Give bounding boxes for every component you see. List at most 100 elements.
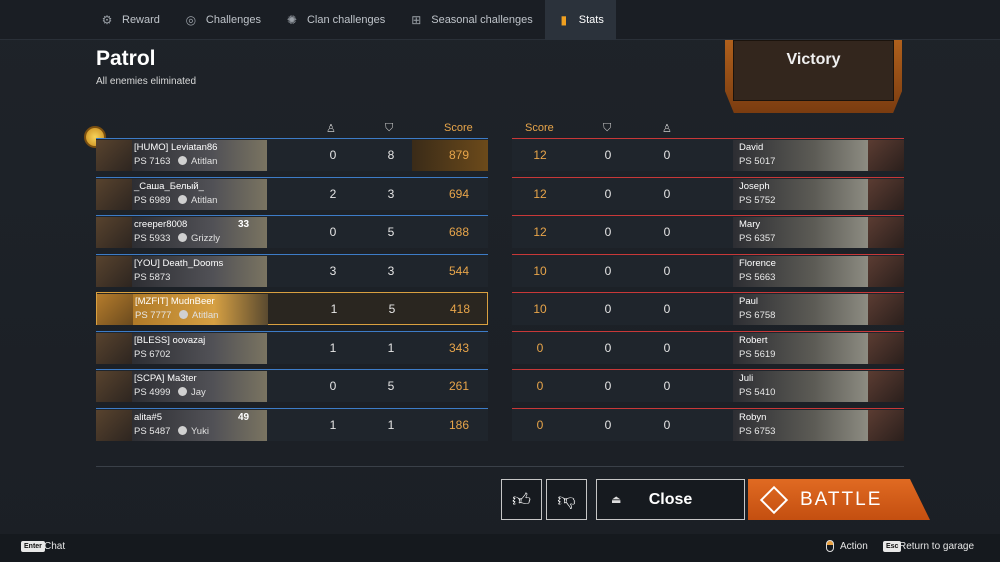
score-value: 10 [533,302,547,316]
player-name: David [739,142,764,153]
footer-bar: Enter Chat Action Esc Return to garage [0,534,1000,562]
kills-value: 1 [330,302,338,316]
player-name: [HUMO] Leviatan86 [134,142,218,153]
assists-value: 0 [604,417,612,432]
assists-header-icon: ⛉ [385,122,394,134]
clan-icon [178,194,187,204]
player-name: [SCPA] Ma3ter [134,373,197,384]
ally-player-row[interactable]: [SCPA] Ma3ter PS 4999 Jay 0 5 261 [96,369,488,402]
ally-player-row[interactable]: _Саша_Белый_ PS 6989 Atitlan 2 3 694 [96,176,488,210]
enemy-player-row[interactable]: Paul PS 6758 10 0 0 [512,292,904,325]
tab-clan-challenges[interactable]: ✺ Clan challenges [273,0,397,40]
assists-value: 3 [387,263,395,278]
thumbs-up-icon: 👍︎ [512,489,531,510]
player-avatar [868,332,904,364]
player-name: Mary [739,219,761,230]
clan-icon [178,233,187,242]
reward-icon: ⚙ [101,13,113,27]
assists-value: 0 [604,340,612,355]
clan-icon [178,425,187,435]
assists-value: 0 [604,302,612,316]
clan-name: Atitlan [192,310,219,321]
enemy-player-row[interactable]: Florence PS 5663 10 0 0 [512,253,904,287]
battle-button[interactable]: BATTLE [748,479,930,520]
kills-value: 3 [329,263,337,278]
kills-value: 0 [329,148,337,162]
chat-hint[interactable]: Chat [44,541,65,552]
player-name: creeper8008 [134,219,188,230]
ally-player-row[interactable]: [BLESS] oovazaj PS 6702 1 1 343 [96,330,488,364]
player-avatar [96,140,132,171]
assists-value: 0 [604,186,612,201]
ally-player-row[interactable]: [YOU] Death_Dooms PS 5873 3 3 544 [96,253,488,287]
kills-value: 2 [329,186,337,201]
clan-tag: Atitlan [179,310,218,321]
assists-header-icon: ⛉ [603,122,612,134]
power-score: PS 5873 [134,271,171,283]
clan-tag: Jay [178,387,206,398]
clan-challenges-icon: ✺ [286,13,297,27]
kills-value: 0 [663,148,671,162]
result-text: All enemies eliminated [96,76,197,87]
player-name: Paul [739,296,759,307]
player-name: [YOU] Death_Dooms [134,257,224,269]
score-value: 12 [533,186,547,201]
kills-value: 1 [329,417,337,432]
tab-label: Challenges [205,14,261,26]
thumbs-up-button[interactable]: 👍︎ [501,479,542,520]
tab-label: Stats [578,14,604,26]
mouse-icon [826,540,834,552]
tab-reward[interactable]: ⚙ Reward [0,0,172,40]
assists-value: 5 [387,225,395,239]
score-header: Score [444,122,473,134]
return-to-garage-hint[interactable]: Return to garage [899,541,974,552]
power-score: PS 5410 [739,387,776,398]
thumbs-down-icon: 👎︎ [557,489,576,510]
close-button[interactable]: ⏏ Close [596,479,745,520]
kills-header-icon: ♙ [662,123,672,135]
tab-stats[interactable]: ▮ Stats [544,0,616,40]
clan-name: Grizzly [191,233,221,244]
enemy-player-row[interactable]: Juli PS 5410 0 0 0 [512,369,904,402]
enemy-player-row[interactable]: David PS 5017 12 0 0 [512,138,904,171]
power-score: PS 5752 [739,194,776,206]
ally-player-row[interactable]: [HUMO] Leviatan86 PS 7163 Atitlan 0 8 879 [96,138,488,171]
player-name: Joseph [739,180,770,192]
score-value: 10 [533,263,547,278]
kills-value: 1 [329,340,337,355]
enemy-player-row[interactable]: Joseph PS 5752 12 0 0 [512,176,904,210]
tab-seasonal-challenges[interactable]: ⊞ Seasonal challenges [397,0,545,40]
player-name: [BLESS] oovazaj [134,334,206,346]
enemy-player-row[interactable]: Robyn PS 6753 0 0 0 [512,407,904,441]
player-avatar [96,217,132,248]
mode-title: Patrol [96,47,156,70]
kills-value: 0 [663,417,671,432]
player-name: Florence [739,257,776,269]
ally-player-row[interactable]: alita#5 PS 5487 Yuki 49 1 1 186 [96,407,488,441]
enemy-player-row[interactable]: Robert PS 5619 0 0 0 [512,330,904,364]
enemy-player-row[interactable]: Mary PS 6357 12 0 0 [512,215,904,248]
tab-challenges[interactable]: ◎ Challenges [172,0,273,40]
stats-icon: ▮ [560,13,568,27]
kills-header-icon: ♙ [326,123,336,135]
player-avatar [868,178,904,210]
player-avatar [868,255,904,287]
ally-player-row[interactable]: [MZFIT] MudnBeer PS 7777 Atitlan 1 5 418 [96,292,488,325]
assists-value: 8 [387,148,395,162]
clan-name: Jay [191,387,206,398]
assists-value: 0 [604,148,612,162]
kills-value: 0 [663,302,671,316]
thumbs-down-button[interactable]: 👎︎ [546,479,587,520]
power-score: PS 5487 [134,425,171,437]
power-score: PS 7163 [134,156,171,167]
tab-label: Seasonal challenges [431,14,533,26]
victory-panel: Victory [733,40,894,101]
score-value: 0 [536,417,544,432]
score-value: 0 [536,379,544,393]
player-avatar [868,409,904,441]
kills-value: 0 [329,225,337,239]
assists-value: 3 [387,186,395,201]
challenges-icon: ◎ [185,13,197,27]
kills-value: 0 [663,186,671,201]
ally-player-row[interactable]: creeper8008 PS 5933 Grizzly 33 0 5 688 [96,215,488,248]
